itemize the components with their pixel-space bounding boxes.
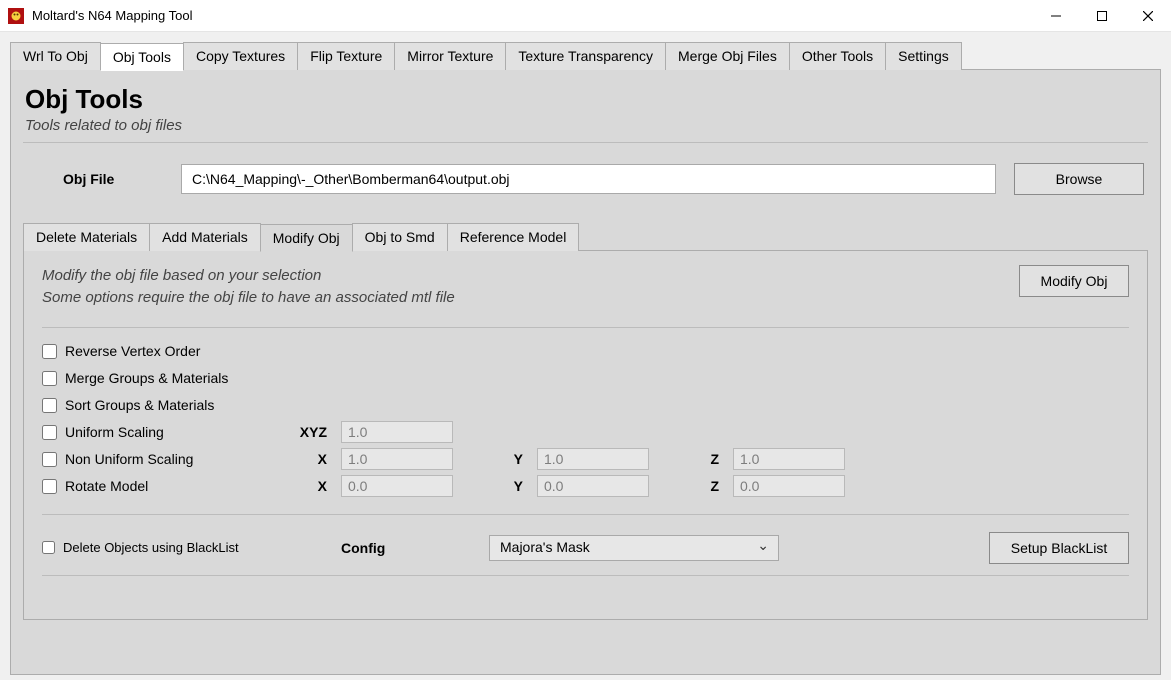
minimize-button[interactable] bbox=[1033, 0, 1079, 32]
label-rot-z: Z bbox=[705, 478, 725, 494]
obj-file-input[interactable] bbox=[181, 164, 996, 194]
input-rot-x[interactable] bbox=[341, 475, 453, 497]
label-non-uniform-scaling: Non Uniform Scaling bbox=[65, 451, 285, 467]
tab-flip-texture[interactable]: Flip Texture bbox=[297, 42, 395, 70]
inner-tab-bar: Delete Materials Add Materials Modify Ob… bbox=[23, 223, 1148, 251]
tab-other-tools[interactable]: Other Tools bbox=[789, 42, 886, 70]
label-rotate-model: Rotate Model bbox=[65, 478, 285, 494]
modify-description: Modify the obj file based on your select… bbox=[42, 265, 1003, 309]
setup-blacklist-button[interactable]: Setup BlackList bbox=[989, 532, 1129, 564]
label-delete-blacklist: Delete Objects using BlackList bbox=[63, 540, 333, 555]
obj-file-row: Obj File Browse bbox=[23, 163, 1148, 223]
config-select-value: Majora's Mask bbox=[489, 535, 779, 561]
tab-texture-transparency[interactable]: Texture Transparency bbox=[505, 42, 666, 70]
checkbox-reverse-vertex[interactable] bbox=[42, 344, 57, 359]
label-nu-x: X bbox=[293, 451, 333, 467]
tab-wrl-to-obj[interactable]: Wrl To Obj bbox=[10, 42, 101, 70]
outer-tab-bar: Wrl To Obj Obj Tools Copy Textures Flip … bbox=[10, 42, 1161, 70]
modify-obj-button[interactable]: Modify Obj bbox=[1019, 265, 1129, 297]
outer-tab-panel: Obj Tools Tools related to obj files Obj… bbox=[10, 69, 1161, 675]
input-nu-z[interactable] bbox=[733, 448, 845, 470]
label-reverse-vertex: Reverse Vertex Order bbox=[65, 343, 285, 359]
tab-settings[interactable]: Settings bbox=[885, 42, 962, 70]
label-sort-groups: Sort Groups & Materials bbox=[65, 397, 285, 413]
inner-tab-panel: Modify the obj file based on your select… bbox=[23, 250, 1148, 620]
titlebar: Moltard's N64 Mapping Tool bbox=[0, 0, 1171, 32]
tab-obj-tools[interactable]: Obj Tools bbox=[100, 43, 184, 71]
input-uniform-xyz[interactable] bbox=[341, 421, 453, 443]
obj-file-label: Obj File bbox=[63, 171, 163, 187]
tab-mirror-texture[interactable]: Mirror Texture bbox=[394, 42, 506, 70]
checkbox-delete-blacklist[interactable] bbox=[42, 541, 55, 554]
checkbox-non-uniform-scaling[interactable] bbox=[42, 452, 57, 467]
input-rot-z[interactable] bbox=[733, 475, 845, 497]
checkbox-uniform-scaling[interactable] bbox=[42, 425, 57, 440]
checkbox-sort-groups[interactable] bbox=[42, 398, 57, 413]
tab-modify-obj[interactable]: Modify Obj bbox=[260, 224, 353, 252]
tab-add-materials[interactable]: Add Materials bbox=[149, 223, 261, 251]
label-rot-y: Y bbox=[509, 478, 529, 494]
input-rot-y[interactable] bbox=[537, 475, 649, 497]
tab-reference-model[interactable]: Reference Model bbox=[447, 223, 580, 251]
close-button[interactable] bbox=[1125, 0, 1171, 32]
tab-obj-to-smd[interactable]: Obj to Smd bbox=[352, 223, 448, 251]
window-title: Moltard's N64 Mapping Tool bbox=[32, 8, 193, 23]
label-rot-x: X bbox=[293, 478, 333, 494]
app-icon bbox=[8, 8, 24, 24]
checkbox-rotate-model[interactable] bbox=[42, 479, 57, 494]
page-title: Obj Tools bbox=[25, 84, 1148, 115]
checkbox-merge-groups[interactable] bbox=[42, 371, 57, 386]
label-nu-z: Z bbox=[705, 451, 725, 467]
input-nu-y[interactable] bbox=[537, 448, 649, 470]
config-select[interactable]: Majora's Mask bbox=[489, 535, 779, 561]
maximize-button[interactable] bbox=[1079, 0, 1125, 32]
page-subtitle: Tools related to obj files bbox=[25, 117, 1148, 134]
label-xyz: XYZ bbox=[293, 424, 333, 440]
tab-delete-materials[interactable]: Delete Materials bbox=[23, 223, 150, 251]
browse-button[interactable]: Browse bbox=[1014, 163, 1144, 195]
label-config: Config bbox=[341, 540, 481, 556]
label-uniform-scaling: Uniform Scaling bbox=[65, 424, 285, 440]
tab-merge-obj-files[interactable]: Merge Obj Files bbox=[665, 42, 790, 70]
tab-copy-textures[interactable]: Copy Textures bbox=[183, 42, 298, 70]
label-nu-y: Y bbox=[509, 451, 529, 467]
input-nu-x[interactable] bbox=[341, 448, 453, 470]
label-merge-groups: Merge Groups & Materials bbox=[65, 370, 285, 386]
